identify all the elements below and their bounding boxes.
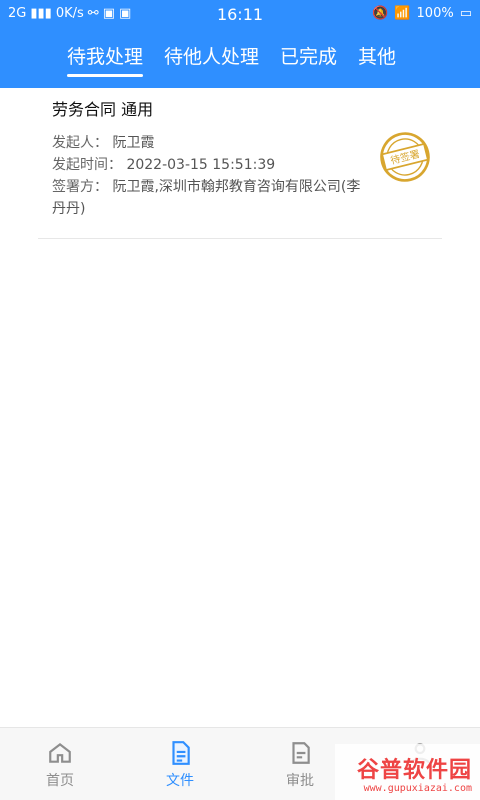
nav-home-label: 首页 <box>46 773 74 789</box>
time-row: 发起时间： 2022-03-15 15:51:39 <box>52 154 372 176</box>
mute-icon: 🔕 <box>372 6 389 21</box>
approval-icon <box>292 742 310 764</box>
signers-label: 签署方： <box>52 179 108 195</box>
tab-pending-others[interactable]: 待他人处理 <box>164 42 259 77</box>
nav-approval-label: 审批 <box>286 773 314 789</box>
home-icon <box>49 742 71 763</box>
watermark-url: www.gupuxiazai.com <box>363 783 472 794</box>
nav-documents-label: 文件 <box>166 773 194 789</box>
initiator-label: 发起人： <box>52 135 108 151</box>
signers-row: 签署方： 阮卫霞,深圳市翰邦教育咨询有限公司(李丹丹) <box>52 176 372 220</box>
pending-sign-stamp-icon: 待签署 <box>380 132 430 182</box>
nav-approval[interactable]: 审批 <box>255 740 345 790</box>
status-right: 🔕 📶 100% ▭ <box>372 6 472 21</box>
watermark: 谷普软件园 www.gupuxiazai.com <box>335 744 480 800</box>
nav-home[interactable]: 首页 <box>15 740 105 790</box>
tab-completed[interactable]: 已完成 <box>280 42 337 77</box>
status-bar: 2G ▮▮▮ 0K/s ⚯ ▣ ▣ 16:11 🔕 📶 100% ▭ <box>0 0 480 32</box>
document-card[interactable]: 劳务合同 通用 发起人： 阮卫霞 发起时间： 2022-03-15 15:51:… <box>38 88 442 239</box>
tab-other[interactable]: 其他 <box>358 42 396 77</box>
battery-percent: 100% <box>416 6 454 21</box>
tab-pending-me[interactable]: 待我处理 <box>67 42 144 77</box>
nav-documents[interactable]: 文件 <box>135 740 225 790</box>
tab-bar: 待我处理 待他人处理 已完成 其他 <box>0 32 480 88</box>
document-icon <box>172 741 190 765</box>
document-title: 劳务合同 通用 <box>52 100 154 119</box>
bottom-nav: 首页 文件 审批 谷普软件园 www.gupuxiazai.com <box>0 727 480 800</box>
document-list: 劳务合同 通用 发起人： 阮卫霞 发起时间： 2022-03-15 15:51:… <box>0 88 480 239</box>
initiator-row: 发起人： 阮卫霞 <box>52 132 372 154</box>
initiator-value: 阮卫霞 <box>112 135 155 151</box>
time-value: 2022-03-15 15:51:39 <box>126 157 276 173</box>
app-screen: 2G ▮▮▮ 0K/s ⚯ ▣ ▣ 16:11 🔕 📶 100% ▭ 待我处理 … <box>0 0 480 800</box>
watermark-brand: 谷普软件园 <box>356 758 472 783</box>
tabs: 待我处理 待他人处理 已完成 其他 <box>67 42 396 77</box>
time-label: 发起时间： <box>52 157 122 173</box>
battery-icon: ▭ <box>459 6 472 21</box>
wifi-icon: 📶 <box>394 6 411 21</box>
